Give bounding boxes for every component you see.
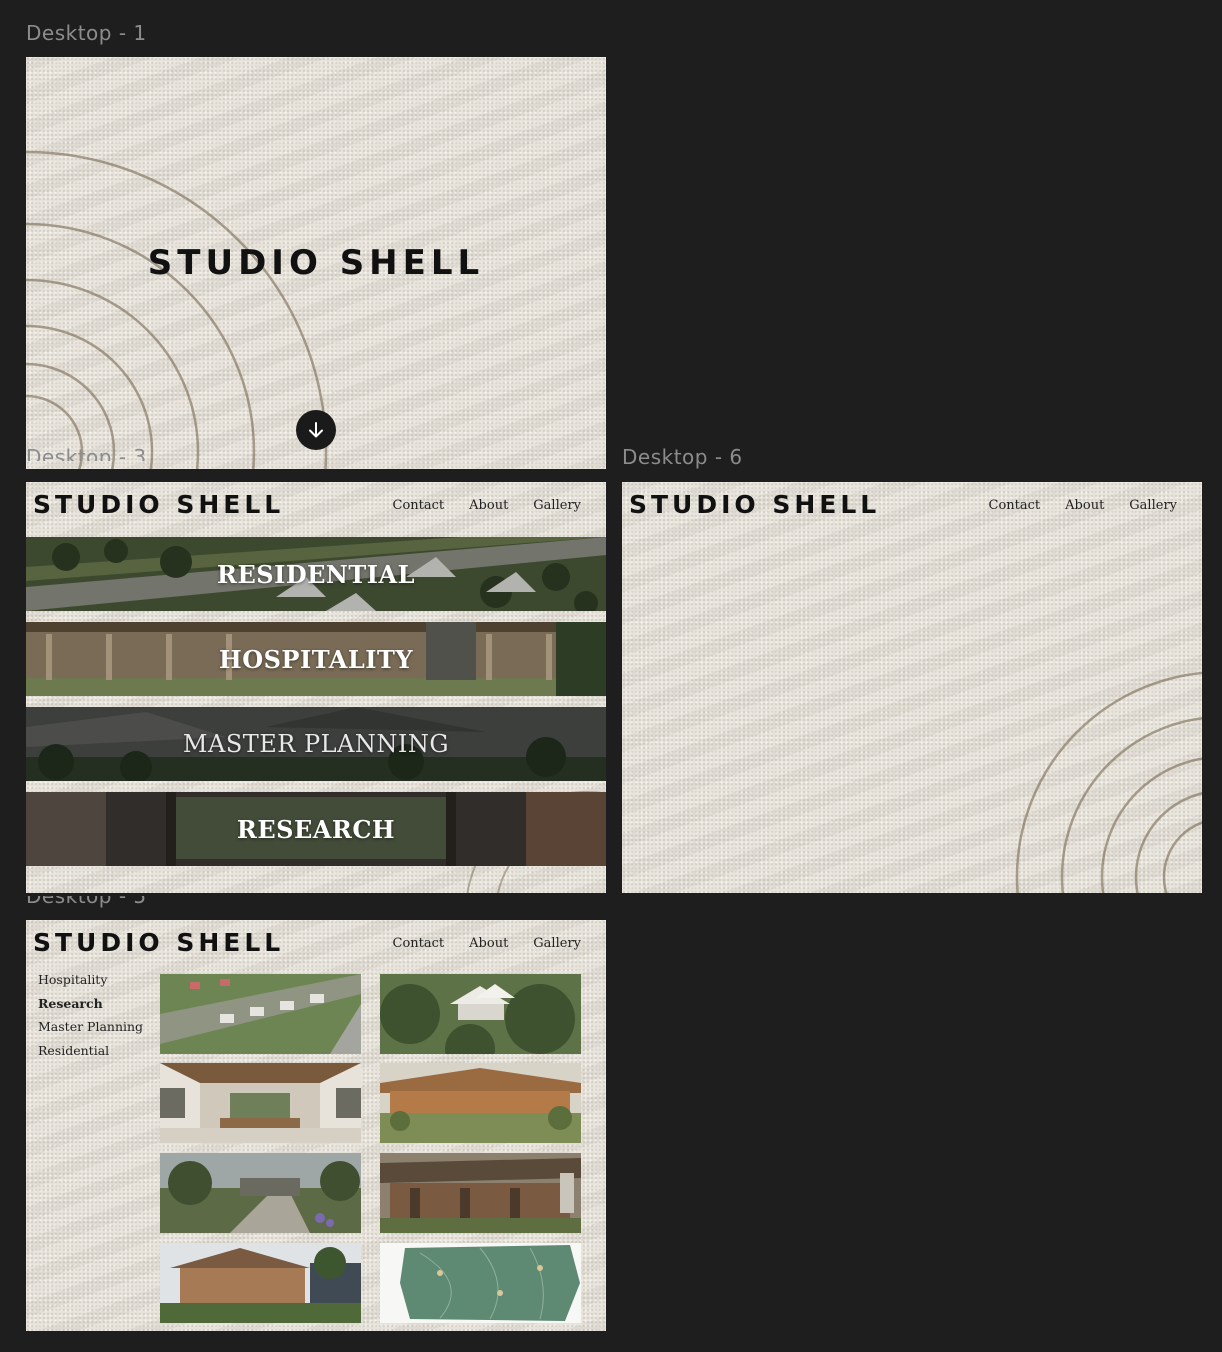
resort-building-image bbox=[380, 1153, 581, 1233]
category-master-planning[interactable]: MASTER PLANNING bbox=[26, 707, 606, 781]
gallery-thumb[interactable] bbox=[380, 974, 581, 1054]
nav-about-link[interactable]: About bbox=[469, 936, 508, 951]
cottage-image bbox=[160, 1243, 361, 1323]
category-research-label: RESEARCH bbox=[236, 814, 396, 844]
filter-residential[interactable]: Residential bbox=[38, 1043, 143, 1067]
aerial-site-image bbox=[160, 974, 361, 1054]
category-residential-label: RESIDENTIAL bbox=[217, 559, 415, 589]
gallery-thumb[interactable] bbox=[380, 1243, 581, 1323]
site-map-image bbox=[380, 1243, 581, 1323]
forest-villa-image bbox=[380, 974, 581, 1054]
category-research[interactable]: RESEARCH bbox=[26, 792, 606, 866]
nav-contact-link[interactable]: Contact bbox=[393, 936, 445, 951]
desktop-5-frame: STUDIO SHELL Contact About Gallery Hospi… bbox=[26, 920, 606, 1331]
nav-about-link[interactable]: About bbox=[1065, 498, 1104, 513]
timber-lodge-image bbox=[380, 1063, 581, 1143]
main-nav: Contact About Gallery bbox=[393, 498, 606, 513]
filter-master-planning[interactable]: Master Planning bbox=[38, 1019, 143, 1043]
logo[interactable]: STUDIO SHELL bbox=[629, 490, 880, 519]
desktop-3-frame: STUDIO SHELL Contact About Gallery RESID… bbox=[26, 482, 606, 893]
nav-contact-link[interactable]: Contact bbox=[393, 498, 445, 513]
gallery-filter-list: Hospitality Research Master Planning Res… bbox=[38, 972, 143, 1066]
filter-research[interactable]: Research bbox=[38, 996, 143, 1020]
main-nav: Contact About Gallery bbox=[989, 498, 1202, 513]
frame-label-desktop-1: Desktop - 1 bbox=[26, 21, 147, 45]
nav-gallery-link[interactable]: Gallery bbox=[1129, 498, 1177, 513]
interior-room-image bbox=[160, 1063, 361, 1143]
frame-label-desktop-6: Desktop - 6 bbox=[622, 445, 743, 469]
scroll-down-button[interactable] bbox=[296, 410, 336, 450]
category-hospitality[interactable]: HOSPITALITY bbox=[26, 622, 606, 696]
category-master-planning-label: MASTER PLANNING bbox=[182, 730, 450, 758]
garden-path-image bbox=[160, 1153, 361, 1233]
nav-about-link[interactable]: About bbox=[469, 498, 508, 513]
logo[interactable]: STUDIO SHELL bbox=[33, 490, 284, 519]
gallery-thumb[interactable] bbox=[160, 974, 361, 1054]
gallery-thumb[interactable] bbox=[380, 1063, 581, 1143]
arrow-down-icon bbox=[309, 422, 323, 438]
nav-gallery-link[interactable]: Gallery bbox=[533, 936, 581, 951]
nav-contact-link[interactable]: Contact bbox=[989, 498, 1041, 513]
logo[interactable]: STUDIO SHELL bbox=[33, 928, 284, 957]
filter-hospitality[interactable]: Hospitality bbox=[38, 972, 143, 996]
sand-arcs-decoration bbox=[1015, 671, 1202, 893]
gallery-thumb[interactable] bbox=[380, 1153, 581, 1233]
desktop-6-frame: STUDIO SHELL Contact About Gallery bbox=[622, 482, 1202, 893]
gallery-thumb[interactable] bbox=[160, 1153, 361, 1233]
gallery-thumb[interactable] bbox=[160, 1243, 361, 1323]
gallery-thumb[interactable] bbox=[160, 1063, 361, 1143]
category-residential[interactable]: RESIDENTIAL bbox=[26, 537, 606, 611]
nav-gallery-link[interactable]: Gallery bbox=[533, 498, 581, 513]
desktop-1-frame: STUDIO SHELL bbox=[26, 57, 606, 469]
hero-title: STUDIO SHELL bbox=[147, 243, 485, 283]
category-hospitality-label: HOSPITALITY bbox=[219, 644, 413, 674]
main-nav: Contact About Gallery bbox=[393, 936, 606, 951]
